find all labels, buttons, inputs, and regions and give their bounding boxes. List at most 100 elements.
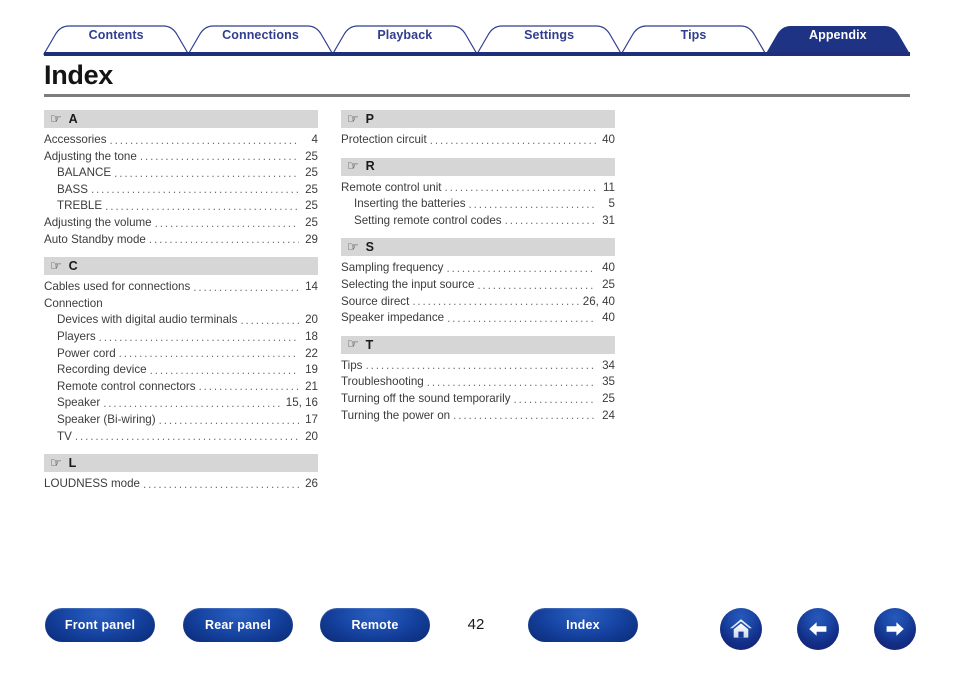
tab-playback[interactable]: Playback — [377, 28, 432, 42]
tab-tips[interactable]: Tips — [681, 28, 707, 42]
index-entry[interactable]: Remote control unit 11 — [341, 180, 615, 197]
index-entry-label: LOUDNESS mode — [44, 477, 141, 491]
dot-leader — [103, 395, 283, 412]
dot-leader — [143, 476, 299, 493]
index-entry[interactable]: Turning off the sound temporarily 25 — [341, 391, 615, 408]
index-section-c: ☞CCables used for connections14Connectio… — [44, 257, 318, 445]
index-entry[interactable]: Adjusting the tone 25 — [44, 149, 318, 166]
index-entry-label: BASS — [57, 182, 88, 196]
index-entry-label: BALANCE — [57, 166, 112, 180]
index-entry-label: Adjusting the volume — [44, 215, 152, 229]
dot-leader — [91, 182, 299, 199]
index-entry-label: Protection circuit — [341, 133, 427, 146]
index-entry[interactable]: Speaker 15, 16 — [44, 395, 318, 412]
index-entry[interactable]: Turning the power on 24 — [341, 408, 615, 425]
index-entry[interactable]: Speaker impedance 40 — [341, 310, 615, 327]
index-entry-label: Adjusting the tone — [44, 149, 137, 163]
index-entry[interactable]: LOUDNESS mode 26 — [44, 476, 318, 493]
page-title: Index — [44, 60, 114, 90]
pointing-hand-icon: ☞ — [50, 455, 62, 471]
index-entry[interactable]: TV 20 — [44, 429, 318, 446]
index-entry[interactable]: Auto Standby mode 29 — [44, 232, 318, 249]
index-entry[interactable]: Players 18 — [44, 329, 318, 346]
index-entry-label: Remote control connectors — [57, 379, 196, 393]
index-entry[interactable]: Selecting the input source 25 — [341, 277, 615, 294]
section-letter: R — [365, 159, 375, 174]
index-entry-label: Sampling frequency — [341, 261, 444, 275]
page-number: 42 — [467, 616, 485, 633]
index-entry[interactable]: Recording device 19 — [44, 362, 318, 379]
back-button[interactable] — [797, 608, 839, 650]
dot-leader — [412, 294, 579, 311]
front-panel-button[interactable]: Front panel — [45, 608, 155, 642]
index-entry[interactable]: BASS 25 — [44, 182, 318, 199]
index-section-a: ☞AAccessories4Adjusting the tone25BALANC… — [44, 110, 318, 248]
index-entry[interactable]: Setting remote control codes 31 — [341, 213, 615, 230]
dot-leader — [514, 391, 597, 408]
index-entry[interactable]: BALANCE 25 — [44, 165, 318, 182]
index-entry-label: Power cord — [57, 346, 116, 360]
index-entry-label: Tips — [341, 358, 363, 372]
index-entry-page: 25 — [305, 166, 318, 180]
tab-contents[interactable]: Contents — [89, 28, 144, 42]
index-entry[interactable]: Troubleshooting 35 — [341, 374, 615, 391]
index-entry-label: Turning the power on — [341, 408, 451, 422]
index-entry-label: Connection — [44, 296, 103, 310]
index-entry-page: 24 — [602, 408, 615, 422]
dot-leader — [240, 312, 299, 329]
index-entry[interactable]: Sampling frequency 40 — [341, 260, 615, 277]
index-entry-label: TV — [57, 429, 72, 443]
index-entry[interactable]: Remote control connectors 21 — [44, 379, 318, 396]
index-entry-page: 14 — [305, 280, 318, 294]
index-entry[interactable]: Power cord 22 — [44, 346, 318, 363]
index-button[interactable]: Index — [528, 608, 638, 642]
dot-leader — [505, 213, 596, 230]
index-entry[interactable]: Adjusting the volume 25 — [44, 215, 318, 232]
index-entry-label: Recording device — [57, 363, 147, 377]
tab-connections[interactable]: Connections — [222, 28, 299, 42]
index-entry[interactable]: Connection — [44, 296, 318, 313]
index-entry[interactable]: Protection circuit 40 — [341, 132, 615, 149]
index-section-t: ☞TTips34Troubleshooting35Turning off the… — [341, 335, 615, 425]
index-entry-page: 17 — [305, 412, 318, 426]
index-entry[interactable]: Tips 34 — [341, 358, 615, 375]
index-entry-page: 19 — [305, 363, 318, 377]
index-entry[interactable]: Source direct 26, 40 — [341, 294, 615, 311]
index-section-p: ☞PProtection circuit40 — [341, 110, 615, 149]
home-button[interactable] — [720, 608, 762, 650]
index-entry[interactable]: TREBLE 25 — [44, 198, 318, 215]
index-entry-label: Selecting the input source — [341, 277, 475, 291]
index-entry-page: 29 — [305, 232, 318, 246]
index-entry[interactable]: Accessories 4 — [44, 132, 318, 149]
index-entry[interactable]: Speaker (Bi-wiring) 17 — [44, 412, 318, 429]
tab-appendix[interactable]: Appendix — [809, 28, 867, 42]
tab-settings[interactable]: Settings — [524, 28, 574, 42]
index-entry-page: 40 — [602, 261, 615, 275]
index-entry-page: 35 — [602, 375, 615, 389]
dot-leader — [447, 310, 596, 327]
index-entry-page: 25 — [602, 277, 615, 291]
section-header: ☞ R — [341, 157, 615, 176]
dot-leader — [150, 362, 299, 379]
index-entry-page: 11 — [602, 180, 615, 194]
dot-leader — [75, 429, 299, 446]
index-section-r: ☞RRemote control unit11Inserting the bat… — [341, 157, 615, 230]
index-entry[interactable]: Devices with digital audio terminals 20 — [44, 312, 318, 329]
dot-leader — [149, 232, 299, 249]
arrow-left-icon — [809, 622, 827, 636]
dot-leader — [430, 132, 596, 149]
index-entry[interactable]: Cables used for connections 14 — [44, 279, 318, 296]
rear-panel-button[interactable]: Rear panel — [183, 608, 293, 642]
index-entry-label: Setting remote control codes — [354, 213, 502, 227]
index-entry-label: Turning off the sound temporarily — [341, 391, 511, 405]
index-entry-page: 40 — [602, 311, 615, 325]
index-entry-label: Cables used for connections — [44, 280, 191, 294]
index-entry-page: 31 — [602, 213, 615, 227]
dot-leader — [110, 132, 300, 149]
index-entry-page: 5 — [608, 197, 615, 211]
remote-button[interactable]: Remote — [320, 608, 430, 642]
pointing-hand-icon: ☞ — [347, 159, 359, 175]
index-entry[interactable]: Inserting the batteries 5 — [341, 196, 615, 213]
dot-leader — [106, 296, 299, 313]
next-button[interactable] — [874, 608, 916, 650]
